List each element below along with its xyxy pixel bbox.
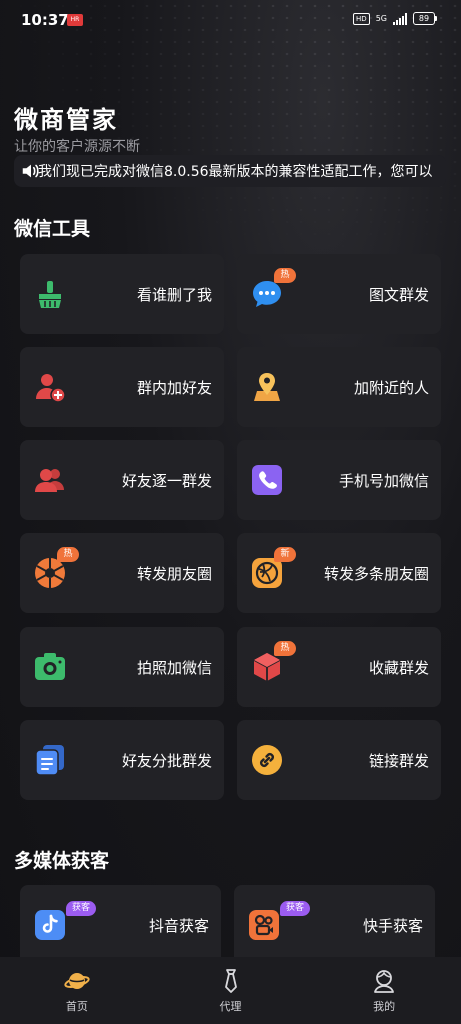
cube-icon: 热 bbox=[251, 641, 296, 683]
hot-badge: 热 bbox=[274, 641, 296, 656]
status-time: 10:37 bbox=[21, 11, 69, 29]
tool-group-add-friends[interactable]: 群内加好友 bbox=[20, 347, 224, 427]
app-subtitle: 让你的客户源源不断 bbox=[14, 139, 140, 155]
tool-label: 好友分批群发 bbox=[121, 751, 212, 770]
chat-bubble-icon: 热 bbox=[251, 268, 296, 310]
hot-badge: 热 bbox=[57, 547, 79, 562]
tool-image-text-broadcast[interactable]: 热 图文群发 bbox=[237, 254, 441, 334]
app-notification-icon: HR bbox=[67, 14, 83, 26]
camera-icon bbox=[34, 651, 66, 683]
tool-forward-multiple-moments[interactable]: 新 转发多条朋友圈 bbox=[237, 533, 441, 613]
tool-photo-add-wechat[interactable]: 拍照加微信 bbox=[20, 627, 224, 707]
tool-label: 好友逐一群发 bbox=[121, 471, 212, 490]
tool-label: 快手获客 bbox=[362, 916, 423, 935]
nav-label: 代理 bbox=[219, 999, 242, 1013]
tool-who-deleted-me[interactable]: 看谁删了我 bbox=[20, 254, 224, 334]
tie-icon bbox=[224, 968, 237, 993]
douyin-icon: 获客 bbox=[34, 901, 96, 941]
app-title: 微商管家 bbox=[14, 106, 118, 134]
tool-label: 手机号加微信 bbox=[338, 471, 429, 490]
battery-level: 89 bbox=[413, 12, 435, 25]
nav-agent[interactable]: 代理 bbox=[154, 957, 308, 1024]
planet-icon bbox=[64, 972, 90, 989]
notice-text: 我们现已完成对微信8.0.56最新版本的兼容性适配工作，您可以 bbox=[38, 164, 433, 180]
hot-badge: 热 bbox=[274, 268, 296, 283]
tool-kuaishou-leads[interactable]: 获客 快手获客 bbox=[234, 885, 435, 965]
nav-home[interactable]: 首页 bbox=[0, 957, 154, 1024]
link-icon bbox=[251, 744, 283, 776]
tool-label: 加附近的人 bbox=[353, 378, 429, 397]
signal-icon bbox=[393, 12, 407, 25]
tool-label: 转发朋友圈 bbox=[136, 564, 212, 583]
status-indicators: HD 5G 89 bbox=[353, 12, 437, 25]
section-title-multimedia: 多媒体获客 bbox=[14, 850, 110, 872]
tool-label: 链接群发 bbox=[368, 751, 429, 770]
nav-mine[interactable]: 我的 bbox=[307, 957, 461, 1024]
tool-link-broadcast[interactable]: 链接群发 bbox=[237, 720, 441, 800]
aperture-circle-icon: 新 bbox=[251, 547, 296, 589]
aperture-icon: 热 bbox=[34, 547, 79, 589]
user-add-icon bbox=[34, 371, 66, 403]
kuaishou-icon: 获客 bbox=[248, 901, 310, 941]
document-stack-icon bbox=[34, 744, 66, 776]
location-user-icon bbox=[251, 371, 283, 403]
battery-icon: 89 bbox=[413, 12, 437, 25]
tool-forward-moments[interactable]: 热 转发朋友圈 bbox=[20, 533, 224, 613]
tool-label: 图文群发 bbox=[368, 285, 429, 304]
tool-label: 群内加好友 bbox=[136, 378, 212, 397]
users-icon bbox=[34, 464, 66, 496]
notice-banner[interactable]: 我们现已完成对微信8.0.56最新版本的兼容性适配工作，您可以 bbox=[14, 155, 446, 187]
tool-label: 收藏群发 bbox=[368, 658, 429, 677]
tool-favorites-broadcast[interactable]: 热 收藏群发 bbox=[237, 627, 441, 707]
status-bar: 10:37 HR HD 5G 89 bbox=[0, 0, 461, 40]
tool-label: 转发多条朋友圈 bbox=[323, 564, 429, 583]
tool-label: 抖音获客 bbox=[148, 916, 209, 935]
tool-add-nearby[interactable]: 加附近的人 bbox=[237, 347, 441, 427]
hd-icon: HD bbox=[353, 12, 370, 25]
tool-friend-one-by-one[interactable]: 好友逐一群发 bbox=[20, 440, 224, 520]
tool-phone-add-wechat[interactable]: 手机号加微信 bbox=[237, 440, 441, 520]
new-badge: 新 bbox=[274, 547, 296, 562]
network-type: 5G bbox=[375, 13, 387, 23]
nav-label: 我的 bbox=[373, 999, 396, 1013]
tool-douyin-leads[interactable]: 获客 抖音获客 bbox=[20, 885, 221, 965]
leads-badge: 获客 bbox=[66, 901, 96, 916]
section-title-wechat-tools: 微信工具 bbox=[14, 218, 91, 240]
nav-label: 首页 bbox=[65, 999, 88, 1013]
bottom-nav: 首页 代理 我的 bbox=[0, 957, 461, 1024]
user-icon bbox=[374, 969, 395, 993]
tool-label: 看谁删了我 bbox=[136, 285, 212, 304]
phone-icon bbox=[251, 464, 283, 496]
tool-friend-batch-broadcast[interactable]: 好友分批群发 bbox=[20, 720, 224, 800]
leads-badge: 获客 bbox=[280, 901, 310, 916]
broom-icon bbox=[34, 278, 66, 310]
tool-label: 拍照加微信 bbox=[136, 658, 212, 677]
